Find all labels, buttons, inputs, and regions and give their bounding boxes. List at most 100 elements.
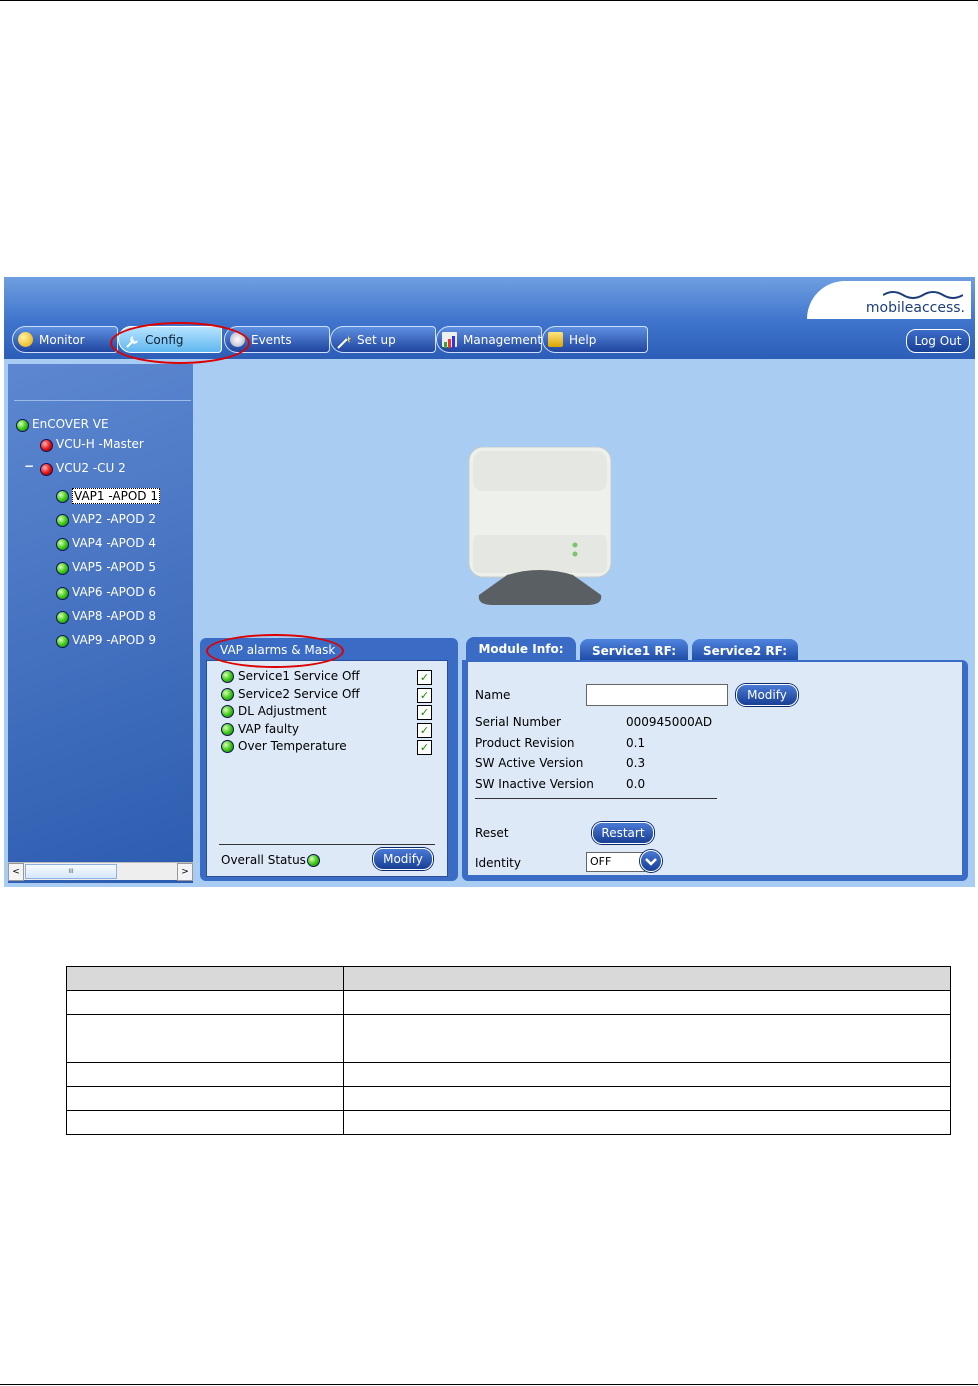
alarms-list-area: Service1 Service Off ✓ Service2 Service Of… [206,660,448,877]
table-cell [343,966,951,991]
mobileaccess-app-window: mobileaccess. Monitor Config Events Set … [4,277,975,887]
module-field-value: 0.3 [626,756,646,770]
module-field-label: SW Inactive Version [475,776,594,791]
status-led-icon [56,514,69,527]
tree-node-label: VAP5 -APOD 5 [72,560,156,574]
table-row [66,1062,951,1087]
sidebar-divider [14,400,191,401]
module-divider [475,798,717,799]
status-led-icon [16,419,29,432]
name-label: Name [475,688,511,702]
status-led-icon [56,562,69,575]
alarm-mask-checkbox[interactable]: ✓ [417,705,432,720]
tab-management[interactable]: Management [436,326,542,353]
alarm-mask-checkbox[interactable]: ✓ [417,670,432,685]
table-cell [343,1086,951,1111]
module-field-value: 000945000AD [626,715,713,729]
alarm-label: DL Adjustment [238,704,327,718]
setup-wand-icon [336,332,351,349]
tree-node-label: VAP2 -APOD 2 [72,512,156,526]
tab-service2-rf[interactable]: Service2 RF: [692,639,798,661]
logo-text: mobileaccess. [865,300,965,316]
table-cell [66,1062,344,1087]
module-field-label: Serial Number [475,715,561,729]
alarm-status-led-icon [221,670,234,683]
table-cell [343,1110,951,1135]
overall-status-label: Overall Status [221,853,306,867]
identity-select[interactable]: OFF [586,852,645,872]
logo-wave-icon [883,291,963,299]
alarm-status-led-icon [221,740,234,753]
status-led-icon [56,538,69,551]
mobileaccess-logo: mobileaccess. [807,281,971,319]
page-bottom-rule [0,1384,978,1385]
module-field-label: Product Revision [475,735,575,750]
alarm-label: Service1 Service Off [238,669,360,683]
tree-node-label: VAP9 -APOD 9 [72,633,156,647]
scroll-thumb[interactable]: III [25,864,117,879]
status-led-icon [56,587,69,600]
alarm-label: Service2 Service Off [238,686,360,701]
config-tab-highlight-circle [110,322,250,364]
module-field-value: 0.1 [626,735,646,750]
table-row [66,1086,951,1111]
tree-node-label: VCU-H -Master [56,437,144,451]
table-cell [66,990,344,1015]
alarm-status-led-icon [221,705,234,718]
tree-node-label: EnCOVER VE [32,417,109,431]
logout-button[interactable]: Log Out [906,329,970,353]
tab-monitor[interactable]: Monitor [12,326,118,353]
page-top-rule [0,0,978,1]
identity-select-value: OFF [590,855,612,868]
chevron-down-icon [645,858,657,866]
tab-help[interactable]: Help [542,326,648,353]
table-cell [343,1062,951,1087]
help-book-icon [548,332,563,347]
status-led-icon [56,611,69,624]
alarms-divider [219,844,435,845]
tree-node-label: VCU2 -CU 2 [56,461,126,475]
monitor-icon [18,332,33,347]
device-tree-sidebar: EnCOVER VE VCU-H -Master − VCU2 -CU 2 VAP1 -… [8,364,193,883]
tree-collapse-toggle[interactable]: − [24,459,34,473]
module-info-content: Name Modify Serial Number 000945000AD Prod… [468,662,962,875]
table-row [66,1014,951,1063]
alarm-label: Over Temperature [238,739,347,753]
status-led-icon [56,490,69,503]
management-chart-icon [442,332,457,348]
tree-node-label: VAP8 -APOD 8 [72,609,156,623]
restart-button[interactable]: Restart [592,822,654,844]
tree-node-label: VAP1 -APOD 1 [72,488,160,504]
table-row [66,966,951,991]
tab-setup[interactable]: Set up [330,326,436,353]
name-input[interactable] [586,684,728,706]
status-led-icon [56,635,69,648]
scroll-right-button[interactable]: > [177,863,193,881]
module-field-value: 0.0 [626,776,646,791]
alarm-mask-checkbox[interactable]: ✓ [417,687,432,703]
alarm-status-led-icon [221,722,234,736]
reset-label: Reset [475,826,509,840]
scroll-left-button[interactable]: < [8,863,24,881]
module-field-label: SW Active Version [475,756,584,770]
table-row [66,990,951,1015]
overall-status-indicator [307,854,320,867]
table-cell [66,1014,344,1063]
alarms-title-highlight-circle [206,634,344,668]
tab-service1-rf[interactable]: Service1 RF: [580,639,688,661]
table-cell [66,966,344,991]
identity-dropdown-button[interactable] [640,850,662,872]
alarm-mask-checkbox[interactable]: ✓ [417,740,432,755]
table-cell [343,990,951,1015]
status-led-icon [40,463,53,476]
alarms-modify-button[interactable]: Modify [373,848,433,870]
tree-node-label: VAP4 -APOD 4 [72,536,156,550]
table-cell [66,1086,344,1111]
document-table [66,966,951,1135]
sidebar-horizontal-scrollbar[interactable]: < III > [8,862,193,881]
alarm-label: VAP faulty [238,721,300,736]
name-modify-button[interactable]: Modify [736,684,798,706]
alarm-mask-checkbox[interactable]: ✓ [417,722,432,738]
table-row [66,1110,951,1135]
table-cell [66,1110,344,1135]
